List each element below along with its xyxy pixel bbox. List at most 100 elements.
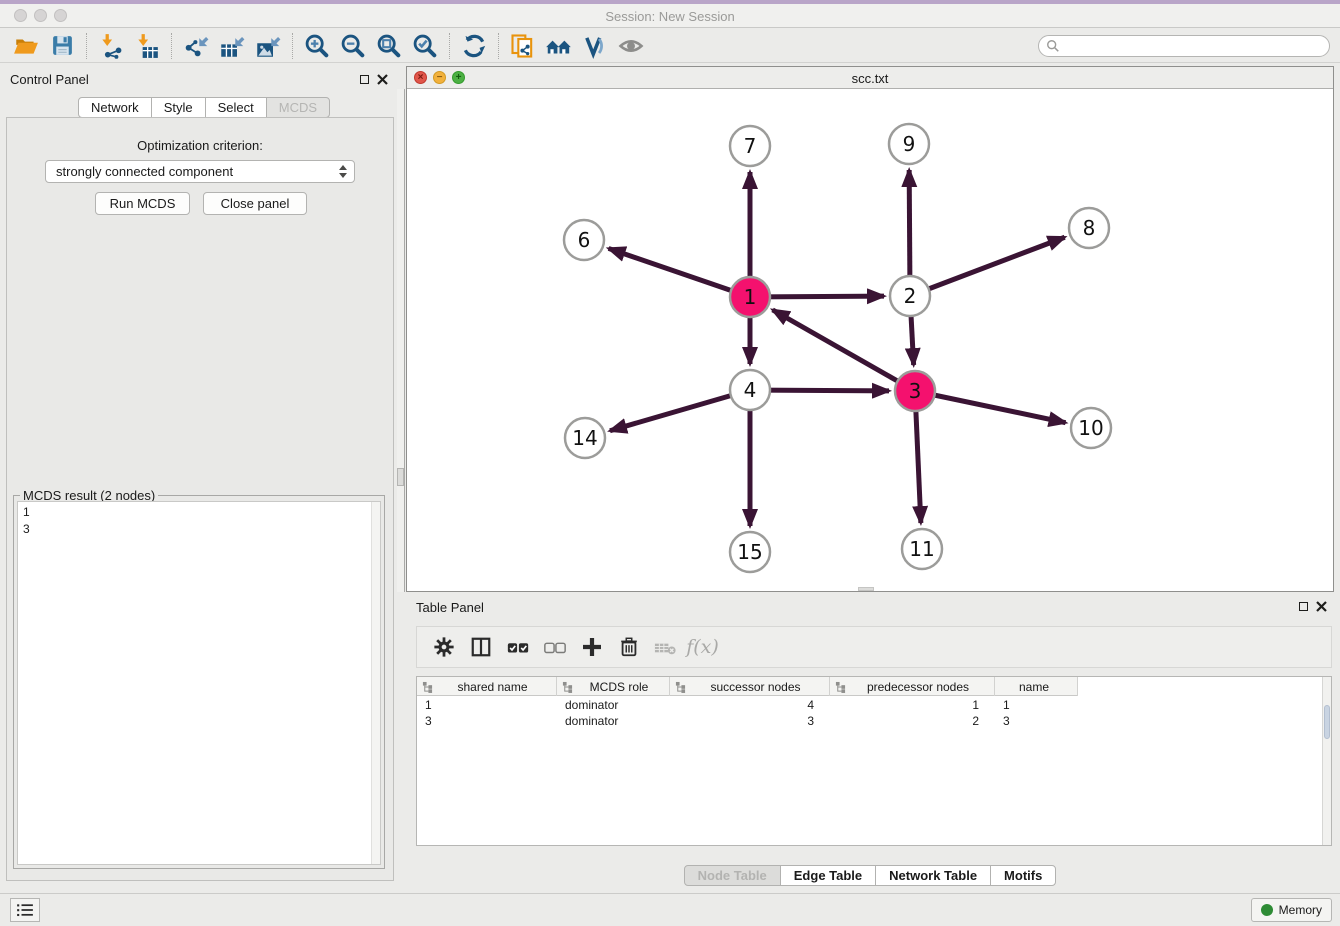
column-header-label: successor nodes xyxy=(686,680,829,694)
add-row-button[interactable] xyxy=(573,630,610,664)
tab-mcds[interactable]: MCDS xyxy=(266,97,330,118)
table-toolbar: f(x) xyxy=(416,626,1332,668)
cell-mcds-role[interactable]: dominator xyxy=(557,713,670,729)
select-all-button[interactable] xyxy=(499,630,536,664)
table-panel-close-icon[interactable] xyxy=(1316,601,1327,612)
search-icon xyxy=(1046,39,1060,53)
clone-network-button[interactable] xyxy=(505,31,541,61)
show-columns-button[interactable] xyxy=(462,630,499,664)
table-settings-button[interactable] xyxy=(425,630,462,664)
close-panel-button[interactable]: Close panel xyxy=(203,192,307,215)
import-network-button[interactable] xyxy=(93,31,129,61)
export-table-button[interactable] xyxy=(214,31,250,61)
refresh-button[interactable] xyxy=(456,31,492,61)
cell-shared-name[interactable]: 3 xyxy=(417,713,557,729)
network-window-titlebar[interactable]: × − + scc.txt xyxy=(407,67,1333,89)
list-icon xyxy=(16,903,34,917)
edge-1-6[interactable] xyxy=(609,248,750,297)
cell-mcds-role[interactable]: dominator xyxy=(557,697,670,713)
tab-network-table[interactable]: Network Table xyxy=(875,865,991,886)
save-session-button[interactable] xyxy=(44,31,80,61)
open-file-button[interactable] xyxy=(8,31,44,61)
export-table-icon xyxy=(219,32,246,59)
table-row[interactable]: 3dominator323 xyxy=(417,713,1078,729)
import-table-button[interactable] xyxy=(129,31,165,61)
table-header-row: shared nameMCDS role successor nodes prede… xyxy=(417,677,1078,696)
zoom-in-button[interactable] xyxy=(299,31,335,61)
toolbar-separator xyxy=(449,33,450,59)
mcds-result-textarea[interactable]: 1 3 xyxy=(17,501,381,865)
cell-shared-name[interactable]: 1 xyxy=(417,697,557,713)
node-label-7: 7 xyxy=(744,134,757,158)
edge-3-10[interactable] xyxy=(915,391,1066,423)
cell-successor-nodes[interactable]: 4 xyxy=(670,697,830,713)
control-panel-float-icon[interactable] xyxy=(360,75,369,84)
export-image-icon xyxy=(255,32,282,59)
zoom-fit-button[interactable] xyxy=(371,31,407,61)
toolbar-separator xyxy=(86,33,87,59)
cell-name[interactable]: 3 xyxy=(995,713,1078,729)
memory-button[interactable]: Memory xyxy=(1251,898,1332,922)
network-resize-grip[interactable] xyxy=(858,587,874,591)
table-scrollbar-thumb[interactable] xyxy=(1324,705,1330,739)
export-image-button[interactable] xyxy=(250,31,286,61)
network-graph[interactable]: 7968124314101511 xyxy=(407,89,1333,591)
node-label-10: 10 xyxy=(1078,416,1103,440)
zoom-selected-button[interactable] xyxy=(407,31,443,61)
hide-panels-button[interactable] xyxy=(613,31,649,61)
hierarchy-icon xyxy=(422,681,433,693)
tab-select[interactable]: Select xyxy=(205,97,267,118)
column-header-predecessor-nodes[interactable]: predecessor nodes xyxy=(830,677,995,696)
tab-style[interactable]: Style xyxy=(151,97,206,118)
search-field[interactable] xyxy=(1038,35,1330,57)
memory-status-icon xyxy=(1261,904,1273,916)
control-panel-close-icon[interactable] xyxy=(377,74,388,85)
network-canvas[interactable]: 7968124314101511 xyxy=(407,89,1333,591)
search-input[interactable] xyxy=(1060,39,1310,53)
cell-name[interactable]: 1 xyxy=(995,697,1078,713)
edge-2-8[interactable] xyxy=(910,237,1065,296)
column-header-successor-nodes[interactable]: successor nodes xyxy=(670,677,830,696)
hierarchy-icon xyxy=(835,681,846,693)
export-network-button[interactable] xyxy=(178,31,214,61)
mcds-result-scrollbar[interactable] xyxy=(371,502,380,864)
column-header-name[interactable]: name xyxy=(995,677,1078,696)
node-label-15: 15 xyxy=(737,540,762,564)
node-label-2: 2 xyxy=(904,284,917,308)
table-row[interactable]: 1dominator411 xyxy=(417,697,1078,713)
node-label-9: 9 xyxy=(903,132,916,156)
run-mcds-button[interactable]: Run MCDS xyxy=(95,192,190,215)
column-header-label: predecessor nodes xyxy=(846,680,994,694)
cell-successor-nodes[interactable]: 3 xyxy=(670,713,830,729)
app-titlebar: Session: New Session xyxy=(0,4,1340,28)
function-builder-button[interactable]: f(x) xyxy=(684,630,721,664)
edge-4-14[interactable] xyxy=(610,390,750,431)
unselect-all-button[interactable] xyxy=(536,630,573,664)
column-header-shared-name[interactable]: shared name xyxy=(417,677,557,696)
destroy-table-button[interactable] xyxy=(647,630,684,664)
cell-predecessor-nodes[interactable]: 2 xyxy=(830,713,995,729)
node-table[interactable]: shared nameMCDS role successor nodes prede… xyxy=(416,676,1332,846)
tab-node-table[interactable]: Node Table xyxy=(684,865,781,886)
vizmapper-button[interactable] xyxy=(577,31,613,61)
cell-predecessor-nodes[interactable]: 1 xyxy=(830,697,995,713)
task-history-button[interactable] xyxy=(10,898,40,922)
zoom-out-button[interactable] xyxy=(335,31,371,61)
main-toolbar xyxy=(0,29,1340,63)
column-header-mcds-role[interactable]: MCDS role xyxy=(557,677,670,696)
tab-network[interactable]: Network xyxy=(78,97,152,118)
refresh-icon xyxy=(461,33,487,59)
panel-splitter[interactable] xyxy=(397,89,405,592)
home-button[interactable] xyxy=(541,31,577,61)
fx-icon: f(x) xyxy=(686,636,719,658)
tab-motifs[interactable]: Motifs xyxy=(990,865,1056,886)
splitter-handle[interactable] xyxy=(397,468,404,486)
table-scrollbar[interactable] xyxy=(1322,677,1331,845)
tab-edge-table[interactable]: Edge Table xyxy=(780,865,876,886)
zoom-selected-icon xyxy=(411,32,439,60)
edge-3-1[interactable] xyxy=(773,310,915,391)
node-label-6: 6 xyxy=(578,228,591,252)
table-panel-float-icon[interactable] xyxy=(1299,602,1308,611)
delete-row-button[interactable] xyxy=(610,630,647,664)
criterion-dropdown[interactable]: strongly connected component xyxy=(45,160,355,183)
